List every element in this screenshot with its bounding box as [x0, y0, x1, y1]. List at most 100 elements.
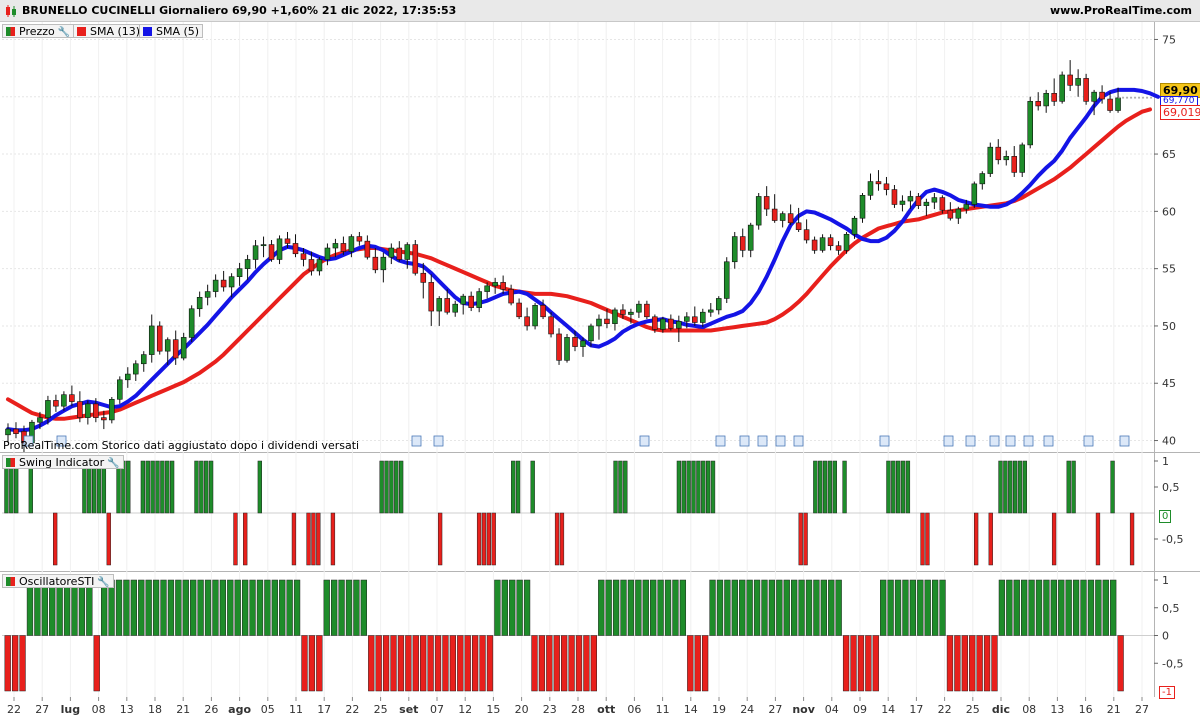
- sti-bar: [279, 579, 286, 636]
- swing-bar: [988, 512, 993, 566]
- candle-body: [420, 272, 427, 283]
- sti-bar: [605, 579, 612, 636]
- time-tick-label: 12: [458, 703, 472, 716]
- legend-sma13[interactable]: SMA (13): [73, 24, 145, 38]
- sti-bar: [1013, 579, 1020, 636]
- candle-body: [388, 247, 395, 258]
- swing-tick-label: -0,5: [1162, 533, 1183, 546]
- candle-body: [755, 196, 762, 226]
- sti-bar: [842, 635, 850, 692]
- sti-bar: [123, 579, 130, 636]
- event-marker-icon: [715, 435, 726, 447]
- time-tick-label: 19: [712, 703, 726, 716]
- swing-bar: [155, 460, 160, 514]
- chart-area[interactable]: 40455055606570752227lug0813182126ago0511…: [0, 0, 1200, 720]
- sti-bar: [954, 635, 961, 692]
- sti-bar: [115, 579, 123, 636]
- swing-bar: [511, 460, 516, 514]
- candle-body: [252, 245, 259, 260]
- candle-body: [564, 337, 570, 361]
- swing-bar: [705, 460, 711, 514]
- sti-bar: [1021, 579, 1028, 636]
- sti-bar: [1035, 579, 1043, 636]
- candle-body: [1043, 93, 1049, 107]
- sti-bar: [664, 579, 672, 636]
- candle-body: [508, 288, 514, 304]
- candle-body: [93, 403, 99, 418]
- candle-body: [644, 303, 650, 318]
- swing-bar: [1071, 460, 1076, 514]
- sti-bar: [427, 635, 434, 692]
- swing-bar: [150, 460, 155, 514]
- sti-bar: [509, 579, 516, 636]
- time-tick-label: 21: [176, 703, 190, 716]
- candle-body: [77, 401, 83, 418]
- swing-bar: [515, 460, 521, 514]
- sti-bar: [1087, 579, 1095, 636]
- candle-body: [1059, 74, 1065, 102]
- candle-body: [37, 417, 43, 423]
- time-tick-label: 18: [148, 703, 162, 716]
- wrench-icon[interactable]: 🔧: [58, 26, 70, 40]
- sti-bar: [182, 579, 189, 636]
- time-tick-label: 09: [853, 703, 867, 716]
- swing-bar: [379, 460, 384, 514]
- legend-swing[interactable]: Swing Indicator 🔧: [2, 455, 124, 469]
- swing-bar: [618, 460, 623, 514]
- candle-body: [460, 295, 466, 305]
- swing-bar: [803, 512, 808, 566]
- candle-body: [436, 298, 443, 312]
- event-marker-icon: [1005, 435, 1016, 447]
- wrench-icon[interactable]: 🔧: [107, 457, 119, 471]
- sma5-swatch-icon: [143, 27, 152, 36]
- sti-bar: [813, 579, 820, 636]
- candle-body: [53, 400, 59, 407]
- candle-body: [492, 282, 498, 287]
- candle-body: [891, 189, 898, 205]
- sti-bar: [382, 635, 390, 692]
- candle-body: [140, 354, 147, 365]
- swing-bar: [169, 460, 175, 514]
- wrench-icon[interactable]: 🔧: [97, 576, 109, 590]
- sti-bar: [768, 579, 776, 636]
- event-marker-icon: [639, 435, 650, 447]
- time-tick-label: 13: [1050, 703, 1064, 716]
- candle-body: [1019, 144, 1026, 173]
- sti-bar: [197, 579, 204, 636]
- swing-tick-label: 1: [1162, 455, 1169, 468]
- sti-bar: [991, 635, 998, 692]
- sti-bar: [687, 635, 694, 692]
- legend-sma5[interactable]: SMA (5): [139, 24, 204, 38]
- sti-bar: [828, 579, 835, 636]
- sti-tick-label: -0,5: [1162, 657, 1183, 670]
- candle-body: [795, 222, 802, 230]
- swing-bar: [1003, 460, 1008, 514]
- candle-body: [620, 309, 626, 315]
- candle-body: [212, 279, 219, 292]
- swing-bar: [257, 460, 262, 514]
- sti-bar: [145, 579, 152, 636]
- time-tick-label: 27: [768, 703, 782, 716]
- sti-bar: [694, 635, 701, 692]
- event-marker-icon: [793, 435, 804, 447]
- sti-bar: [672, 579, 679, 636]
- sti-bar: [316, 635, 323, 692]
- price-tick-label: 65: [1162, 148, 1176, 161]
- time-tick-label: set: [399, 703, 418, 716]
- sti-bar: [93, 635, 100, 692]
- candle-body: [396, 247, 403, 260]
- candle-body: [1035, 101, 1041, 107]
- candle-body: [731, 236, 738, 263]
- sti-bar: [917, 579, 924, 636]
- sti-bar: [538, 635, 546, 692]
- candle-body: [428, 282, 435, 312]
- sti-bar: [338, 579, 345, 636]
- candle-body: [372, 256, 379, 271]
- sti-bar: [902, 579, 909, 636]
- sma5-line: [6, 87, 1160, 433]
- time-tick-label: 14: [684, 703, 698, 716]
- legend-price[interactable]: Prezzo 🔧: [2, 24, 75, 40]
- legend-sti[interactable]: OscillatoreSTI 🔧: [2, 574, 114, 588]
- sti-bar: [627, 579, 635, 636]
- candle-body: [995, 146, 1002, 161]
